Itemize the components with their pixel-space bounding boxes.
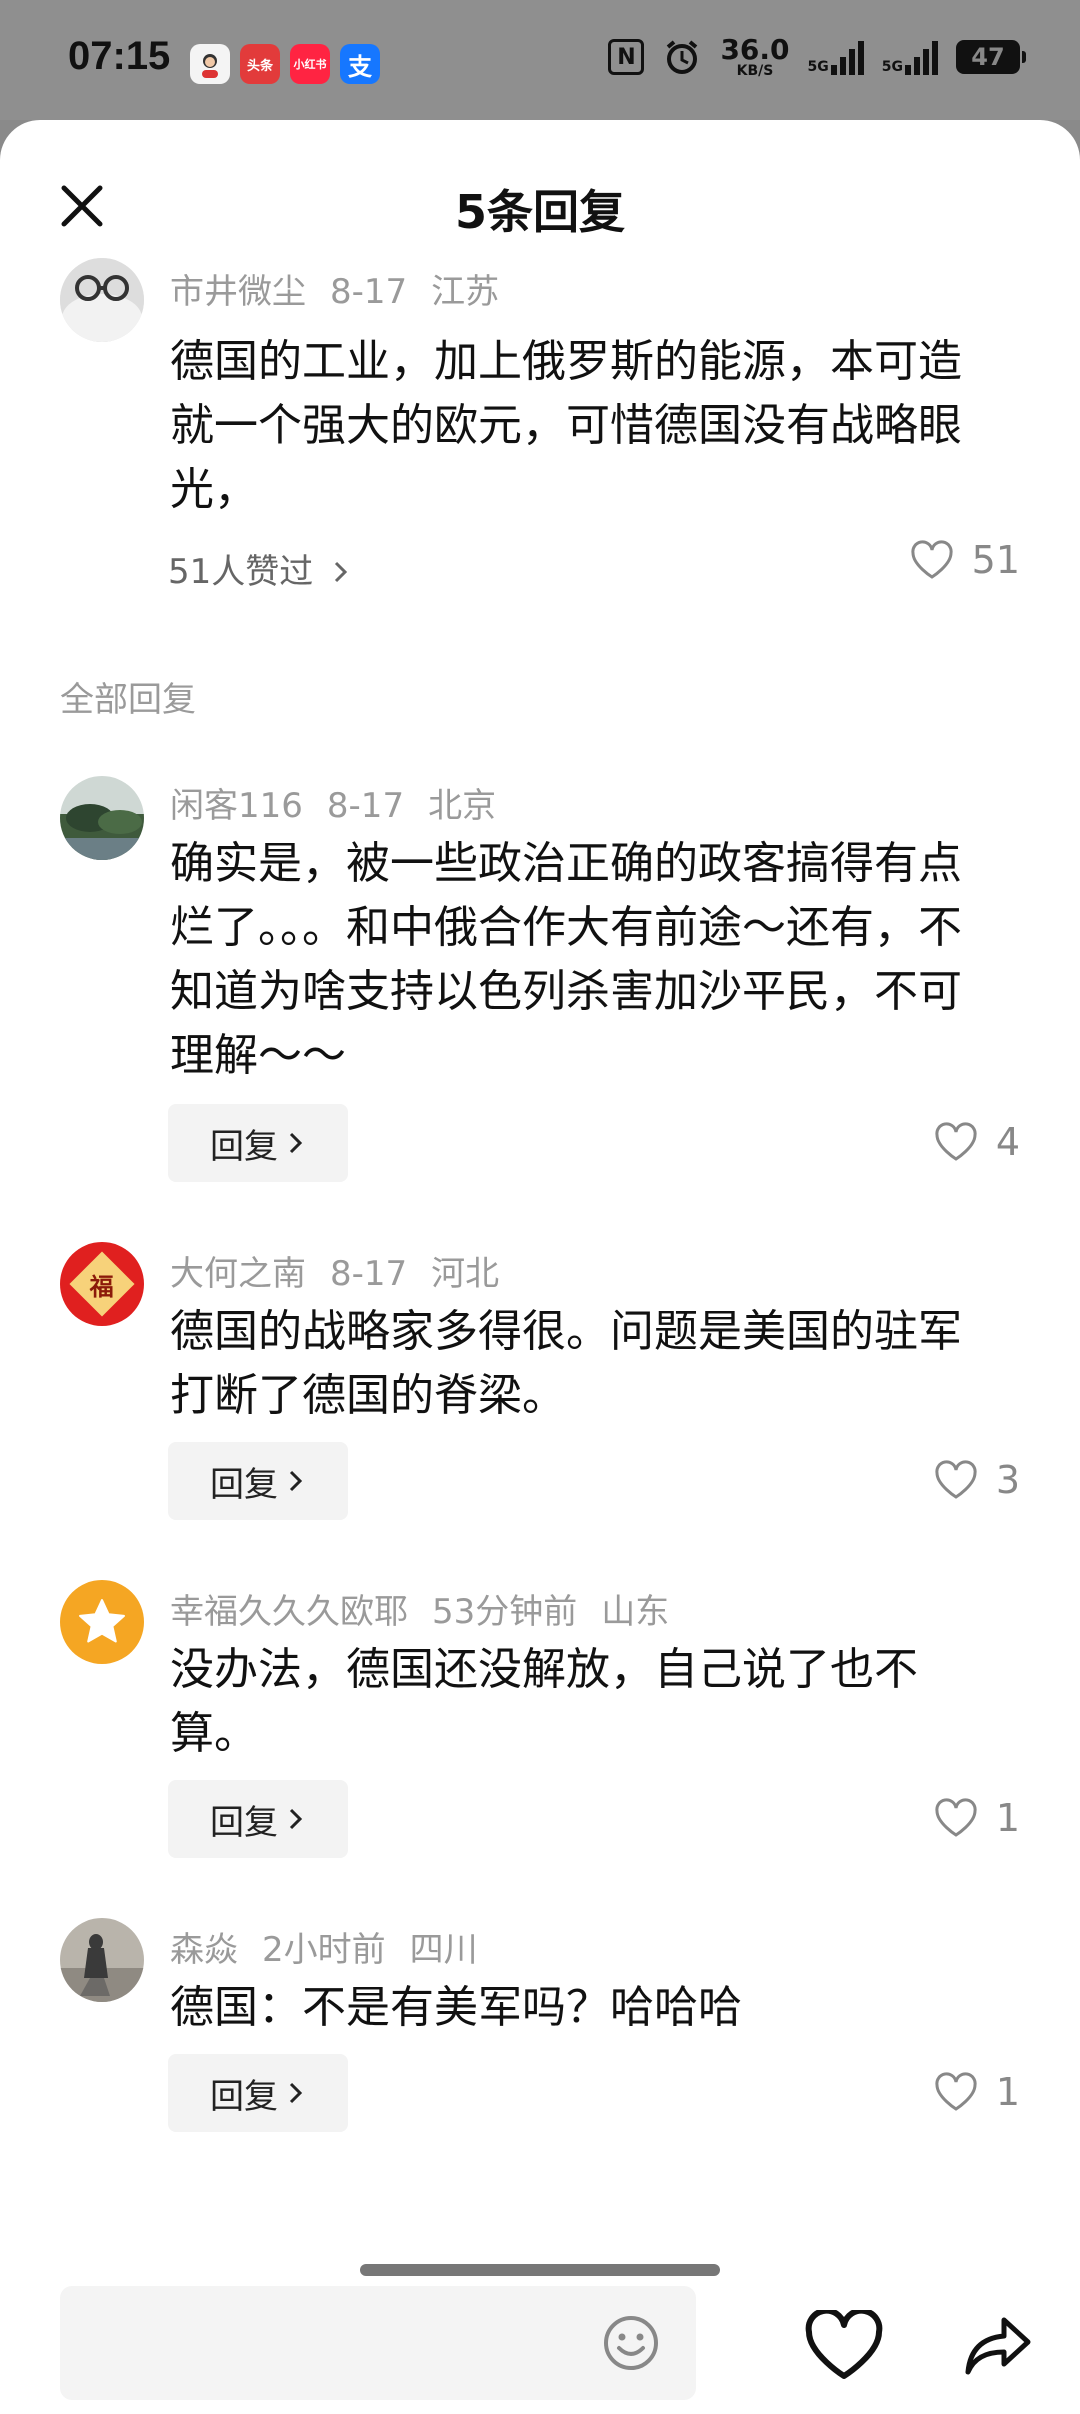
share-icon[interactable]	[964, 2314, 1032, 2378]
comment-meta: 幸福久久久欧耶 53分钟前 山东	[170, 1584, 669, 1633]
comment-location: 四川	[409, 1930, 478, 1970]
like-count: 3	[995, 1458, 1020, 1502]
avatar[interactable]: 福	[60, 1242, 144, 1326]
username[interactable]: 闲客116	[170, 786, 303, 826]
comment-date: 8-17	[330, 1254, 408, 1294]
like-count: 1	[995, 1796, 1020, 1840]
comment-date: 2小时前	[262, 1930, 386, 1970]
avatar[interactable]	[60, 1580, 144, 1664]
fu-badge: 福	[69, 1251, 135, 1317]
like-button[interactable]: 4	[934, 1120, 1020, 1164]
status-time: 07:15	[68, 34, 171, 78]
heart-icon	[935, 1798, 977, 1837]
status-bar: 07:15 头条 小红书 支 N 36.0 KB/S 5G 5G 47	[0, 0, 1080, 120]
star-icon	[79, 1599, 125, 1643]
like-count: 4	[995, 1120, 1020, 1164]
alarm-icon	[667, 40, 698, 74]
xiaohongshu-app-icon: 小红书	[290, 44, 330, 84]
reply-button[interactable]: 回复	[168, 2054, 348, 2132]
comment-location: 河北	[431, 1254, 500, 1294]
comment-meta: 大何之南 8-17 河北	[170, 1246, 499, 1295]
liked-by-link[interactable]: 51人赞过	[168, 544, 352, 593]
heart-icon	[911, 540, 953, 579]
avatar[interactable]	[60, 1918, 144, 2002]
comment-date: 53分钟前	[432, 1592, 578, 1632]
sheet-header: 5条回复	[0, 120, 1080, 270]
comment-text: 确实是，被一些政治正确的政客搞得有点烂了。。。和中俄合作大有前途～还有，不知道为…	[170, 838, 962, 1081]
chevron-right-icon	[335, 561, 348, 583]
signal-1: 5G	[808, 39, 864, 75]
comment-meta: 闲客116 8-17 北京	[170, 778, 496, 827]
comment-meta: 市井微尘 8-17 江苏	[170, 264, 499, 313]
alipay-app-icon: 支	[340, 44, 380, 84]
nfc-icon: N	[608, 39, 645, 75]
avatar[interactable]	[60, 776, 144, 860]
comment-date: 8-17	[326, 786, 405, 826]
username[interactable]: 大何之南	[170, 1254, 306, 1294]
comment-input[interactable]	[60, 2286, 696, 2400]
heart-icon	[935, 1122, 977, 1161]
bottom-bar	[0, 2190, 1080, 2414]
avatar-app-icon	[190, 44, 230, 84]
comment-text: 德国的战略家多得很。问题是美国的驻军打断了德国的脊梁。	[170, 1306, 962, 1421]
toutiao-app-icon: 头条	[240, 44, 280, 84]
net-speed: 36.0 KB/S	[720, 33, 790, 79]
battery-icon: 47	[956, 40, 1026, 74]
comment-location: 山东	[601, 1592, 670, 1632]
chevron-right-icon	[289, 1132, 303, 1154]
signal-bars-icon	[830, 39, 864, 75]
username[interactable]: 幸福久久久欧耶	[170, 1592, 408, 1632]
reply-button[interactable]: 回复	[168, 1104, 348, 1182]
like-count: 1	[995, 2070, 1020, 2114]
comment-date: 8-17	[330, 272, 408, 312]
reply-button[interactable]: 回复	[168, 1780, 348, 1858]
status-indicators: N 36.0 KB/S 5G 5G 47	[608, 33, 1026, 79]
like-button[interactable]: 51	[910, 538, 1020, 582]
like-button[interactable]: 1	[934, 1796, 1020, 1840]
comment-location: 北京	[428, 786, 497, 826]
comment-meta: 森焱 2小时前 四川	[170, 1922, 478, 1971]
avatar[interactable]	[60, 258, 144, 342]
like-count: 51	[971, 538, 1020, 582]
signal-bars-icon	[905, 39, 938, 75]
emoji-icon[interactable]	[602, 2314, 660, 2372]
signal-2: 5G	[882, 39, 938, 75]
status-app-icons: 头条 小红书 支	[190, 44, 380, 84]
reply-button[interactable]: 回复	[168, 1442, 348, 1520]
replies-sheet: 5条回复 市井微尘 8-17 江苏 德国的工业，加上俄罗斯的能源，本可造就一个强大的…	[0, 120, 1080, 2414]
chevron-right-icon	[289, 2082, 303, 2104]
heart-icon	[935, 1460, 977, 1499]
username[interactable]: 市井微尘	[170, 272, 306, 312]
heart-icon	[935, 2072, 977, 2111]
chevron-right-icon	[289, 1808, 303, 1830]
like-button[interactable]: 3	[934, 1458, 1020, 1502]
comment-location: 江苏	[431, 272, 500, 312]
like-post-icon[interactable]	[804, 2310, 884, 2382]
chevron-right-icon	[289, 1470, 303, 1492]
comment-text: 德国的工业，加上俄罗斯的能源，本可造就一个强大的欧元，可惜德国没有战略眼光，	[170, 336, 962, 515]
section-label: 全部回复	[60, 680, 196, 720]
sheet-title: 5条回复	[454, 185, 625, 239]
home-indicator[interactable]	[360, 2264, 720, 2276]
comment-text: 没办法，德国还没解放，自己说了也不算。	[170, 1644, 918, 1759]
comment-text: 德国：不是有美军吗？哈哈哈	[170, 1982, 742, 2033]
username[interactable]: 森焱	[170, 1930, 238, 1970]
like-button[interactable]: 1	[934, 2070, 1020, 2114]
